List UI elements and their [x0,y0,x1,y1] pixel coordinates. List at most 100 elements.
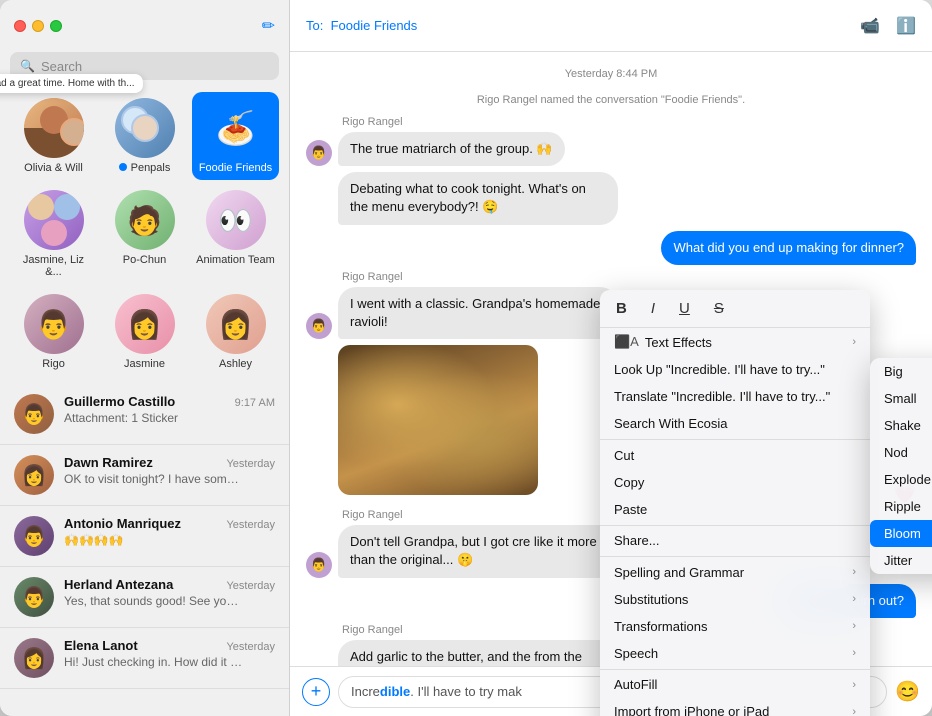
submenu-item-nod[interactable]: Nod [870,439,932,466]
info-icon[interactable]: ℹ️ [896,16,916,36]
contact-label-pochun: Po-Chun [123,254,166,266]
menu-item-cut[interactable]: Cut [600,442,870,469]
import-arrow: › [852,706,856,716]
substitutions-arrow: › [852,593,856,605]
submenu-item-bloom[interactable]: Bloom [870,520,932,547]
spelling-label: Spelling and Grammar [614,565,744,580]
format-bold-button[interactable]: B [612,298,631,319]
fullscreen-button[interactable] [50,20,62,32]
input-text-suffix: . I'll have to try mak [410,684,522,699]
chat-icons: 📹 ℹ️ [860,16,916,36]
contact-item-jasmine[interactable]: 👩 Jasmine [101,288,188,376]
submenu-item-ripple[interactable]: Ripple [870,493,932,520]
conv-item-dawn[interactable]: 👩 Dawn Ramirez Yesterday OK to visit ton… [0,445,289,506]
msg-avatar-rigo: 👨 [306,140,332,166]
speech-label: Speech [614,646,658,661]
format-underline-button[interactable]: U [675,298,694,319]
compose-button[interactable]: ✏ [262,16,275,36]
conv-time-antonio: Yesterday [226,519,275,531]
submenu-item-shake[interactable]: Shake [870,412,932,439]
contact-avatar-jasmine-liz [24,190,84,250]
menu-separator-3 [600,556,870,557]
menu-item-search[interactable]: Search With Ecosia [600,410,870,437]
menu-item-share[interactable]: Share... [600,527,870,554]
contact-item-pochun[interactable]: 🧑 Po-Chun [101,184,188,284]
share-label: Share... [614,533,660,548]
contact-item-animation[interactable]: 👀 Animation Team [192,184,279,284]
msg-avatar-rigo3: 👨 [306,552,332,578]
conv-preview-guillermo: Attachment: 1 Sticker [64,411,244,425]
speech-arrow: › [852,647,856,659]
bubble-8: Add garlic to the butter, and the from t… [338,640,618,666]
contact-label-ashley: Ashley [219,358,252,370]
video-icon[interactable]: 📹 [860,16,880,36]
menu-item-substitutions[interactable]: Substitutions › [600,586,870,613]
msg-image-inner [338,345,538,495]
conv-name-antonio: Antonio Manriquez [64,516,181,531]
menu-item-speech[interactable]: Speech › [600,640,870,667]
menu-item-lookup[interactable]: Look Up "Incredible. I'll have to try...… [600,356,870,383]
contact-label-rigo: Rigo [42,358,65,370]
contact-avatar-foodie: 🍝 [206,98,266,158]
conv-avatar-dawn: 👩 [14,455,54,495]
contact-item-olivia[interactable]: We had a great time. Home with th... Oli… [10,92,97,180]
cut-label: Cut [614,448,634,463]
conv-content-dawn: Dawn Ramirez Yesterday OK to visit tonig… [64,455,275,486]
minimize-button[interactable] [32,20,44,32]
conversation-list: 👨 Guillermo Castillo 9:17 AM Attachment:… [0,384,289,716]
contact-avatar-jasmine: 👩 [115,294,175,354]
traffic-lights [14,20,62,32]
menu-item-transformations[interactable]: Transformations › [600,613,870,640]
bubble-6: Don't tell Grandpa, but I got cre like i… [338,525,618,577]
conv-name-herland: Herland Antezana [64,577,173,592]
menu-separator-2 [600,525,870,526]
transformations-label: Transformations [614,619,707,634]
submenu-item-big[interactable]: Big [870,358,932,385]
conv-avatar-herland: 👨 [14,577,54,617]
menu-item-text-effects[interactable]: ⬛A Text Effects › Big Small Shake Nod Ex… [600,328,870,356]
format-strikethrough-button[interactable]: S [710,298,728,319]
main-content: To: Foodie Friends 📹 ℹ️ Yesterday 8:44 P… [290,0,932,716]
contact-item-ashley[interactable]: 👩 Ashley [192,288,279,376]
contact-avatar-olivia [24,98,84,158]
conv-item-elena[interactable]: 👩 Elena Lanot Yesterday Hi! Just checkin… [0,628,289,689]
menu-item-copy[interactable]: Copy [600,469,870,496]
submenu-item-explode[interactable]: Explode [870,466,932,493]
menu-item-spelling[interactable]: Spelling and Grammar › [600,559,870,586]
bubble-2: Debating what to cook tonight. What's on… [338,172,618,224]
conv-item-guillermo[interactable]: 👨 Guillermo Castillo 9:17 AM Attachment:… [0,384,289,445]
menu-item-paste[interactable]: Paste [600,496,870,523]
autofill-arrow: › [852,679,856,691]
contact-item-rigo[interactable]: 👨 Rigo [10,288,97,376]
contact-avatar-rigo: 👨 [24,294,84,354]
conv-name-guillermo: Guillermo Castillo [64,394,175,409]
conv-content-guillermo: Guillermo Castillo 9:17 AM Attachment: 1… [64,394,275,425]
autofill-label: AutoFill [614,677,657,692]
app-window: ✏ 🔍 Search We had a great time. Home wit… [0,0,932,716]
add-button[interactable]: + [302,678,330,706]
conv-item-antonio[interactable]: 👨 Antonio Manriquez Yesterday 🙌🙌🙌🙌 [0,506,289,567]
format-italic-button[interactable]: I [647,298,659,319]
substitutions-label: Substitutions [614,592,688,607]
conv-time-elena: Yesterday [226,641,275,653]
contact-item-foodie[interactable]: 🍝 Foodie Friends [192,92,279,180]
contact-item-jasmine-liz[interactable]: Jasmine, Liz &... [10,184,97,284]
msg-row-1: 👨 The true matriarch of the group. 🙌 [306,132,916,166]
msg-row-2: Debating what to cook tonight. What's on… [338,172,916,224]
conv-item-herland[interactable]: 👨 Herland Antezana Yesterday Yes, that s… [0,567,289,628]
contact-item-penpals[interactable]: Penpals [101,92,188,180]
menu-item-translate[interactable]: Translate "Incredible. I'll have to try.… [600,383,870,410]
menu-item-import[interactable]: Import from iPhone or iPad › [600,698,870,716]
conv-preview-dawn: OK to visit tonight? I have some things … [64,472,244,486]
submenu-item-jitter[interactable]: Jitter [870,547,932,574]
msg-image [338,345,538,495]
conv-preview-antonio: 🙌🙌🙌🙌 [64,533,244,547]
close-button[interactable] [14,20,26,32]
system-rename: Rigo Rangel named the conversation "Food… [306,94,916,106]
contact-label-penpals: Penpals [119,162,171,174]
bubble-4: I went with a classic. Grandpa's homemad… [338,287,618,339]
menu-item-autofill[interactable]: AutoFill › [600,671,870,698]
submenu-item-small[interactable]: Small [870,385,932,412]
contact-label-animation: Animation Team [196,254,275,266]
emoji-button[interactable]: 😊 [895,679,920,704]
